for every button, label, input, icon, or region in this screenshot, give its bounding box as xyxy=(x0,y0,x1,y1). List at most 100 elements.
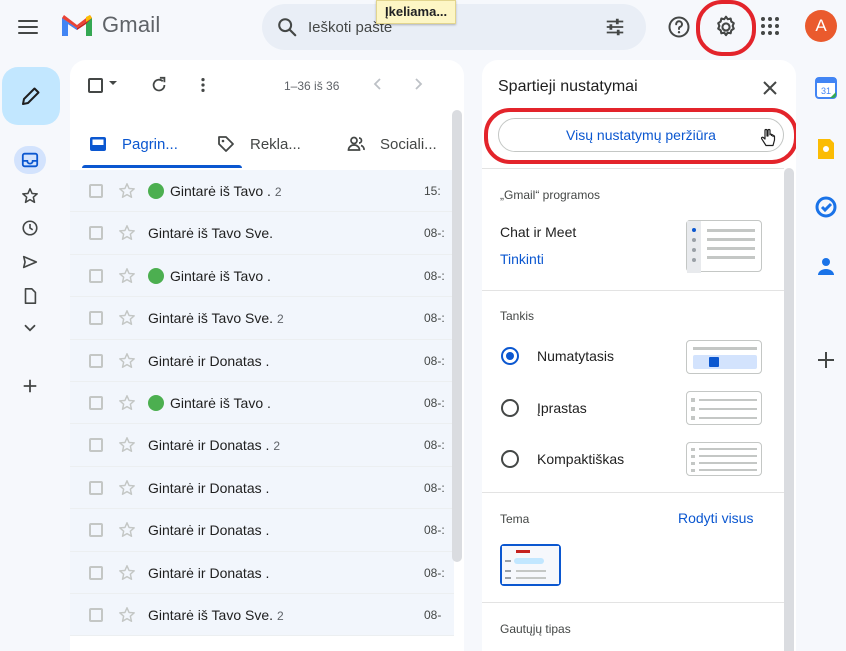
create-label-nav[interactable] xyxy=(14,372,46,400)
row-checkbox[interactable] xyxy=(89,353,103,368)
tab-social[interactable]: Sociali... xyxy=(346,120,437,168)
gear-icon[interactable] xyxy=(713,14,739,40)
tab-primary-label: Pagrin... xyxy=(122,135,178,153)
row-checkbox[interactable] xyxy=(89,268,103,283)
search-options-icon[interactable] xyxy=(604,16,626,38)
see-all-settings-button[interactable]: Visų nustatymų peržiūra xyxy=(498,118,784,152)
apps-grid-icon[interactable] xyxy=(760,16,780,36)
chevron-down-icon xyxy=(24,324,36,332)
select-menu-caret-icon[interactable] xyxy=(108,78,118,88)
inbox-nav[interactable] xyxy=(14,146,46,174)
star-icon[interactable] xyxy=(118,521,136,539)
star-icon[interactable] xyxy=(118,352,136,370)
row-checkbox[interactable] xyxy=(89,184,103,198)
star-icon[interactable] xyxy=(118,182,136,200)
tab-promotions[interactable]: Rekla... xyxy=(216,120,301,168)
row-checkbox[interactable] xyxy=(89,395,103,410)
drafts-nav[interactable] xyxy=(14,282,46,310)
density-comfortable-label: Įprastas xyxy=(537,400,587,416)
row-checkbox[interactable] xyxy=(89,226,103,241)
table-row[interactable]: Gintarė ir Donatas . 2 08-: xyxy=(70,424,454,467)
gmail-logo[interactable]: Gmail xyxy=(60,12,160,38)
email-rows: Gintarė iš Tavo . 2 15: Gintarė iš Tavo Sve… xyxy=(70,170,454,637)
more-nav[interactable] xyxy=(14,314,46,342)
hand-cursor-icon xyxy=(760,128,776,147)
compose-button[interactable] xyxy=(2,67,60,125)
sender-name: Gintarė ir Donatas .2 xyxy=(148,437,281,454)
density-preview-icon xyxy=(691,398,757,420)
table-row[interactable]: Gintarė iš Tavo . 08-: xyxy=(70,254,454,298)
starred-nav[interactable] xyxy=(14,182,46,210)
theme-thumbnail[interactable] xyxy=(500,544,561,586)
star-icon[interactable] xyxy=(118,224,136,242)
star-icon[interactable] xyxy=(118,394,136,412)
density-preview-icon xyxy=(693,347,757,369)
table-row[interactable]: Gintarė ir Donatas . 08-: xyxy=(70,551,454,594)
tag-icon xyxy=(218,136,234,152)
table-row[interactable]: Gintarė ir Donatas . 08-: xyxy=(70,339,454,382)
thread-count: 2 xyxy=(273,439,281,454)
chevron-left-icon[interactable] xyxy=(370,76,386,92)
add-app-plus-icon[interactable] xyxy=(814,348,838,372)
header: Gmail Įkeliama... A xyxy=(0,0,846,58)
star-icon[interactable] xyxy=(118,267,136,285)
row-date: 08-: xyxy=(424,523,445,538)
row-checkbox[interactable] xyxy=(89,607,103,622)
apps-section-heading: „Gmail“ programos xyxy=(500,188,601,202)
calendar-icon[interactable]: 31 xyxy=(814,76,838,100)
help-icon[interactable] xyxy=(667,15,691,39)
quick-settings-title: Spartieji nustatymai xyxy=(498,78,638,95)
table-row[interactable]: Gintarė iš Tavo Sve. 2 08-: xyxy=(70,297,454,340)
row-checkbox[interactable] xyxy=(89,480,103,495)
search-icon[interactable] xyxy=(276,16,298,38)
density-default-thumbnail[interactable] xyxy=(686,340,762,374)
table-row[interactable]: Gintarė iš Tavo Sve. 08-: xyxy=(70,212,454,255)
row-checkbox[interactable] xyxy=(89,523,103,538)
density-comfortable-thumbnail[interactable] xyxy=(686,391,762,425)
star-icon[interactable] xyxy=(118,606,136,624)
density-compact-radio[interactable] xyxy=(501,450,519,468)
row-date: 08-: xyxy=(424,480,445,495)
star-icon[interactable] xyxy=(118,479,136,497)
row-checkbox[interactable] xyxy=(89,438,103,453)
row-date: 08-: xyxy=(424,395,445,410)
theme-section-heading: Tema xyxy=(500,512,530,526)
customize-link[interactable]: Tinkinti xyxy=(500,251,544,267)
apps-layout-thumbnail[interactable] xyxy=(686,220,762,273)
tasks-icon[interactable] xyxy=(814,195,838,219)
show-all-themes-link[interactable]: Rodyti visus xyxy=(678,510,753,526)
snoozed-nav[interactable] xyxy=(14,214,46,242)
row-date: 08- xyxy=(424,607,442,622)
chevron-right-icon[interactable] xyxy=(410,76,426,92)
gmail-m-icon xyxy=(62,15,92,36)
main-menu-button[interactable] xyxy=(18,14,44,40)
row-checkbox[interactable] xyxy=(89,565,103,580)
table-row[interactable]: Gintarė iš Tavo . 2 15: xyxy=(70,170,454,213)
density-compact-thumbnail[interactable] xyxy=(686,442,762,476)
density-default-radio[interactable] xyxy=(501,347,519,365)
sent-nav[interactable] xyxy=(14,248,46,276)
close-icon[interactable] xyxy=(760,78,780,98)
density-default-label: Numatytasis xyxy=(537,348,615,364)
table-row[interactable]: Gintarė ir Donatas . 08-: xyxy=(70,466,454,510)
more-vertical-icon[interactable] xyxy=(194,76,212,94)
density-comfortable-radio[interactable] xyxy=(501,399,519,417)
row-checkbox[interactable] xyxy=(89,311,103,326)
list-scrollbar[interactable] xyxy=(452,110,462,562)
quick-settings-scrollbar[interactable] xyxy=(784,168,794,651)
tab-primary[interactable]: Pagrin... xyxy=(88,120,178,168)
status-dot-icon xyxy=(148,183,164,199)
star-icon[interactable] xyxy=(118,564,136,582)
account-avatar[interactable]: A xyxy=(805,10,837,42)
table-row[interactable]: Gintarė iš Tavo Sve. 2 08- xyxy=(70,593,454,637)
divider xyxy=(482,492,784,493)
table-row[interactable]: Gintarė iš Tavo . 08-: xyxy=(70,381,454,425)
star-icon[interactable] xyxy=(118,436,136,454)
table-row[interactable]: Gintarė ir Donatas . 08-: xyxy=(70,509,454,552)
star-icon[interactable] xyxy=(118,309,136,327)
row-date: 08-: xyxy=(424,353,445,368)
keep-icon[interactable] xyxy=(814,137,838,161)
select-all-checkbox[interactable] xyxy=(88,78,103,93)
refresh-icon[interactable] xyxy=(150,76,168,94)
contacts-icon[interactable] xyxy=(814,254,838,278)
